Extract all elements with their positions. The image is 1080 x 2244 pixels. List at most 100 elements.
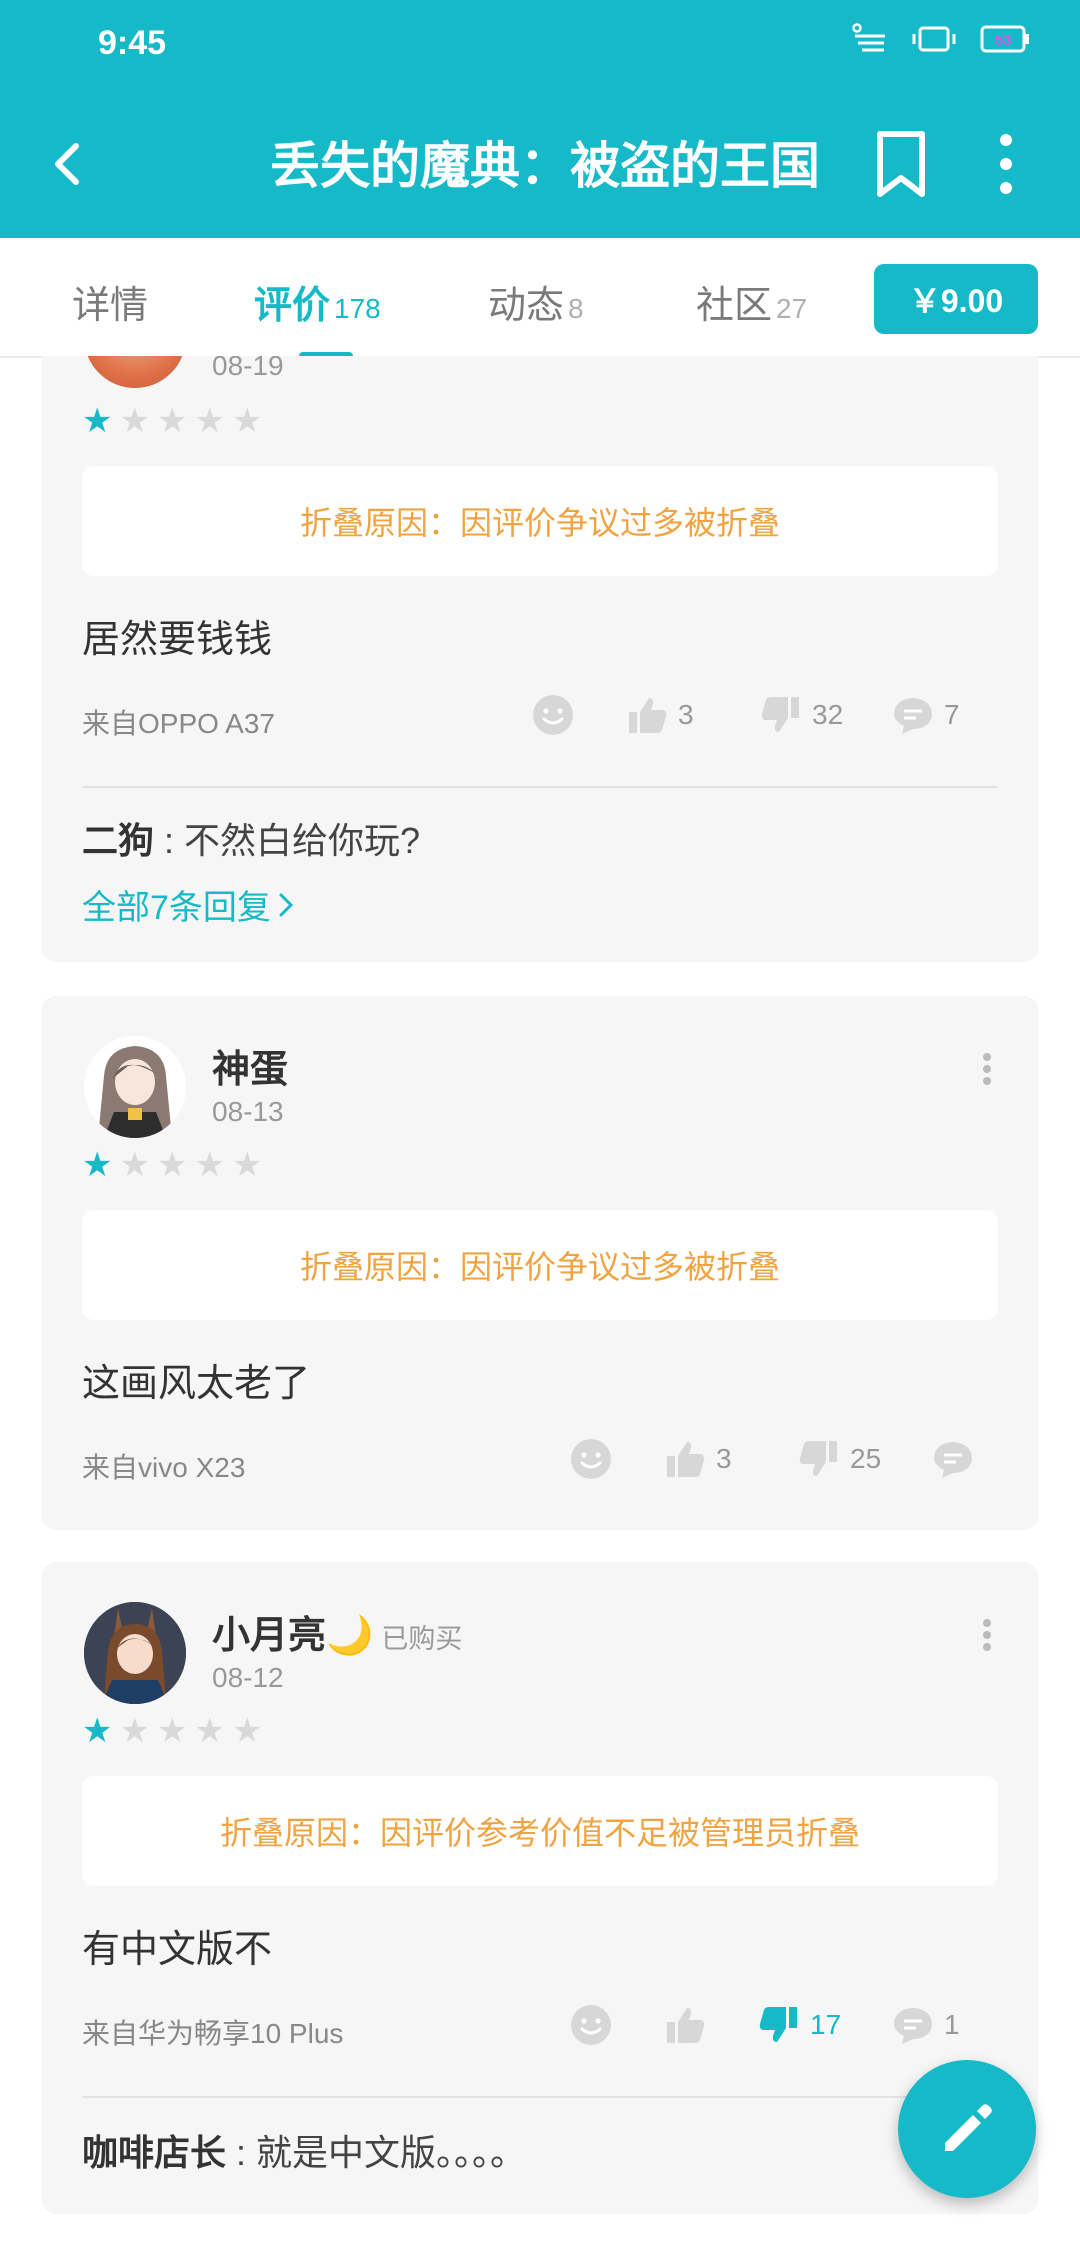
review-device: 来自vivo X23 (82, 1452, 246, 1483)
fold-notice[interactable]: 折叠原因： 因评价争议过多被折叠 (82, 466, 998, 576)
page-title: 丢失的魔典：被盗的王国 (270, 138, 820, 194)
dislike-count: 32 (812, 699, 844, 730)
emoji-icon (533, 695, 573, 735)
status-time: 9:45 (98, 24, 167, 62)
username-text: 小月亮 (212, 1615, 327, 1657)
battery-icon: 53 (980, 25, 1029, 53)
star-icon: ★ (231, 402, 263, 440)
fold-label: 折叠原因： (219, 1815, 380, 1851)
dislike-count: 25 (850, 1443, 882, 1474)
moon-emoji-icon: 🌙 (326, 1615, 374, 1657)
star-icon: ★ (119, 402, 150, 440)
fold-reason: 因评价参考价值不足被管理员折叠 (380, 1815, 861, 1851)
star-icon: ★ (231, 1146, 263, 1184)
status-icons: 53 (852, 22, 1030, 56)
thumb-up-icon (667, 1442, 705, 1477)
avatar[interactable] (84, 1036, 186, 1138)
reply-separator: : (226, 2132, 257, 2173)
thumb-down-icon (761, 697, 799, 732)
vibrate-icon (912, 26, 956, 52)
username-text: 神蛋 (212, 1049, 289, 1091)
reply-author: 二狗 (82, 820, 155, 861)
comment-icon (894, 2008, 932, 2044)
avatar[interactable] (84, 356, 186, 388)
status-bar: 9:45 53 (0, 0, 1080, 90)
fold-notice[interactable]: 折叠原因： 因评价参考价值不足被管理员折叠 (82, 1776, 998, 1886)
reply-text: 不然白给你玩? (184, 820, 421, 861)
review-username[interactable]: 小月亮🌙 已购买 (212, 1604, 462, 1659)
tab-label: 详情 (72, 285, 149, 327)
comment-count: 7 (944, 699, 960, 730)
divider (82, 2096, 998, 2098)
rating-stars: ★ ★ ★ ★ ★ (82, 1714, 262, 1748)
review-device: 来自华为畅享10 Plus (82, 2018, 344, 2049)
like-button[interactable] (664, 2004, 716, 2046)
comment-button[interactable] (932, 1438, 984, 1480)
react-emoji-button[interactable] (532, 694, 574, 736)
bookmark-icon[interactable] (868, 126, 934, 202)
star-icon: ★ (231, 1712, 263, 1750)
comment-count: 1 (944, 2009, 960, 2040)
reply-preview[interactable]: 二狗 : 不然白给你玩? (82, 812, 420, 864)
reply-author: 咖啡店长 (82, 2132, 227, 2173)
like-button[interactable]: 3 (626, 694, 694, 736)
avatar[interactable] (84, 1602, 186, 1704)
comment-button[interactable]: 1 (892, 2004, 960, 2046)
thumb-up-icon (667, 2008, 705, 2043)
back-arrow-icon[interactable] (38, 132, 98, 196)
more-vert-icon[interactable] (982, 1052, 992, 1086)
reply-text: 就是中文版。。。。 (256, 2132, 527, 2173)
review-text: 这画风太老了 (82, 1363, 311, 1405)
emoji-icon (571, 1439, 611, 1479)
fold-reason: 因评价争议过多被折叠 (460, 505, 781, 541)
reviews-list[interactable]: 08-19 ★ ★ ★ ★ ★ 折叠原因： 因评价争议过多被折叠 居然要钱钱 来… (0, 356, 1080, 2244)
fold-notice[interactable]: 折叠原因： 因评价争议过多被折叠 (82, 1210, 998, 1320)
star-icon: ★ (156, 1146, 188, 1184)
write-review-button[interactable] (898, 2060, 1036, 2198)
divider (82, 786, 998, 788)
tab-updates[interactable]: 动态 8 (488, 274, 584, 329)
comment-button[interactable]: 7 (892, 694, 960, 736)
fold-label: 折叠原因： (299, 505, 460, 541)
like-button[interactable]: 3 (664, 1438, 732, 1480)
review-card: 神蛋 08-13 ★ ★ ★ ★ ★ 折叠原因： 因评价争议过多被折叠 这画风太… (42, 996, 1038, 1530)
more-vert-icon[interactable] (982, 1618, 992, 1652)
rating-stars: ★ ★ ★ ★ ★ (82, 1148, 262, 1182)
star-icon: ★ (156, 1712, 188, 1750)
dislike-button[interactable]: 25 (798, 1438, 881, 1480)
star-icon: ★ (82, 1146, 113, 1184)
review-date: 08-19 (212, 356, 284, 381)
dislike-button[interactable]: 17 (758, 2004, 841, 2046)
thumb-down-icon (799, 1441, 837, 1476)
star-icon: ★ (194, 1146, 225, 1184)
thumb-up-icon (629, 698, 667, 733)
app-bar: 丢失的魔典：被盗的王国 (0, 90, 1080, 238)
tab-details[interactable]: 详情 (72, 274, 148, 329)
edit-pencil-icon (945, 2104, 992, 2151)
tab-count: 27 (776, 293, 808, 324)
review-username[interactable]: 神蛋 (212, 1038, 288, 1093)
react-emoji-button[interactable] (570, 1438, 612, 1480)
star-icon: ★ (119, 1712, 150, 1750)
more-replies-label: 全部7条回复 (82, 889, 271, 927)
tab-label: 动态 (488, 285, 565, 327)
reply-preview[interactable]: 咖啡店长 : 就是中文版。。。。 (82, 2124, 526, 2176)
emoji-icon (571, 2005, 611, 2045)
review-card: 08-19 ★ ★ ★ ★ ★ 折叠原因： 因评价争议过多被折叠 居然要钱钱 来… (42, 356, 1038, 962)
dislike-button[interactable]: 32 (760, 694, 843, 736)
star-icon: ★ (119, 1146, 150, 1184)
star-icon: ★ (156, 402, 188, 440)
star-icon: ★ (194, 1712, 225, 1750)
avatar-image (98, 1046, 172, 1138)
view-all-replies-link[interactable]: 全部7条回复 (82, 880, 295, 929)
tab-community[interactable]: 社区 27 (696, 274, 807, 329)
tab-reviews[interactable]: 评价 178 (254, 274, 381, 329)
buy-price-button[interactable]: ￥9.00 (874, 264, 1038, 334)
fold-label: 折叠原因： (299, 1249, 460, 1285)
thumb-down-icon (759, 2007, 797, 2042)
react-emoji-button[interactable] (570, 2004, 612, 2046)
comment-icon (934, 1442, 972, 1478)
review-card: 小月亮🌙 已购买 08-12 ★ ★ ★ ★ ★ 折叠原因： 因评价参考价值不足被… (42, 1562, 1038, 2214)
more-vert-icon[interactable] (982, 126, 1030, 202)
chevron-right-icon (279, 893, 294, 916)
